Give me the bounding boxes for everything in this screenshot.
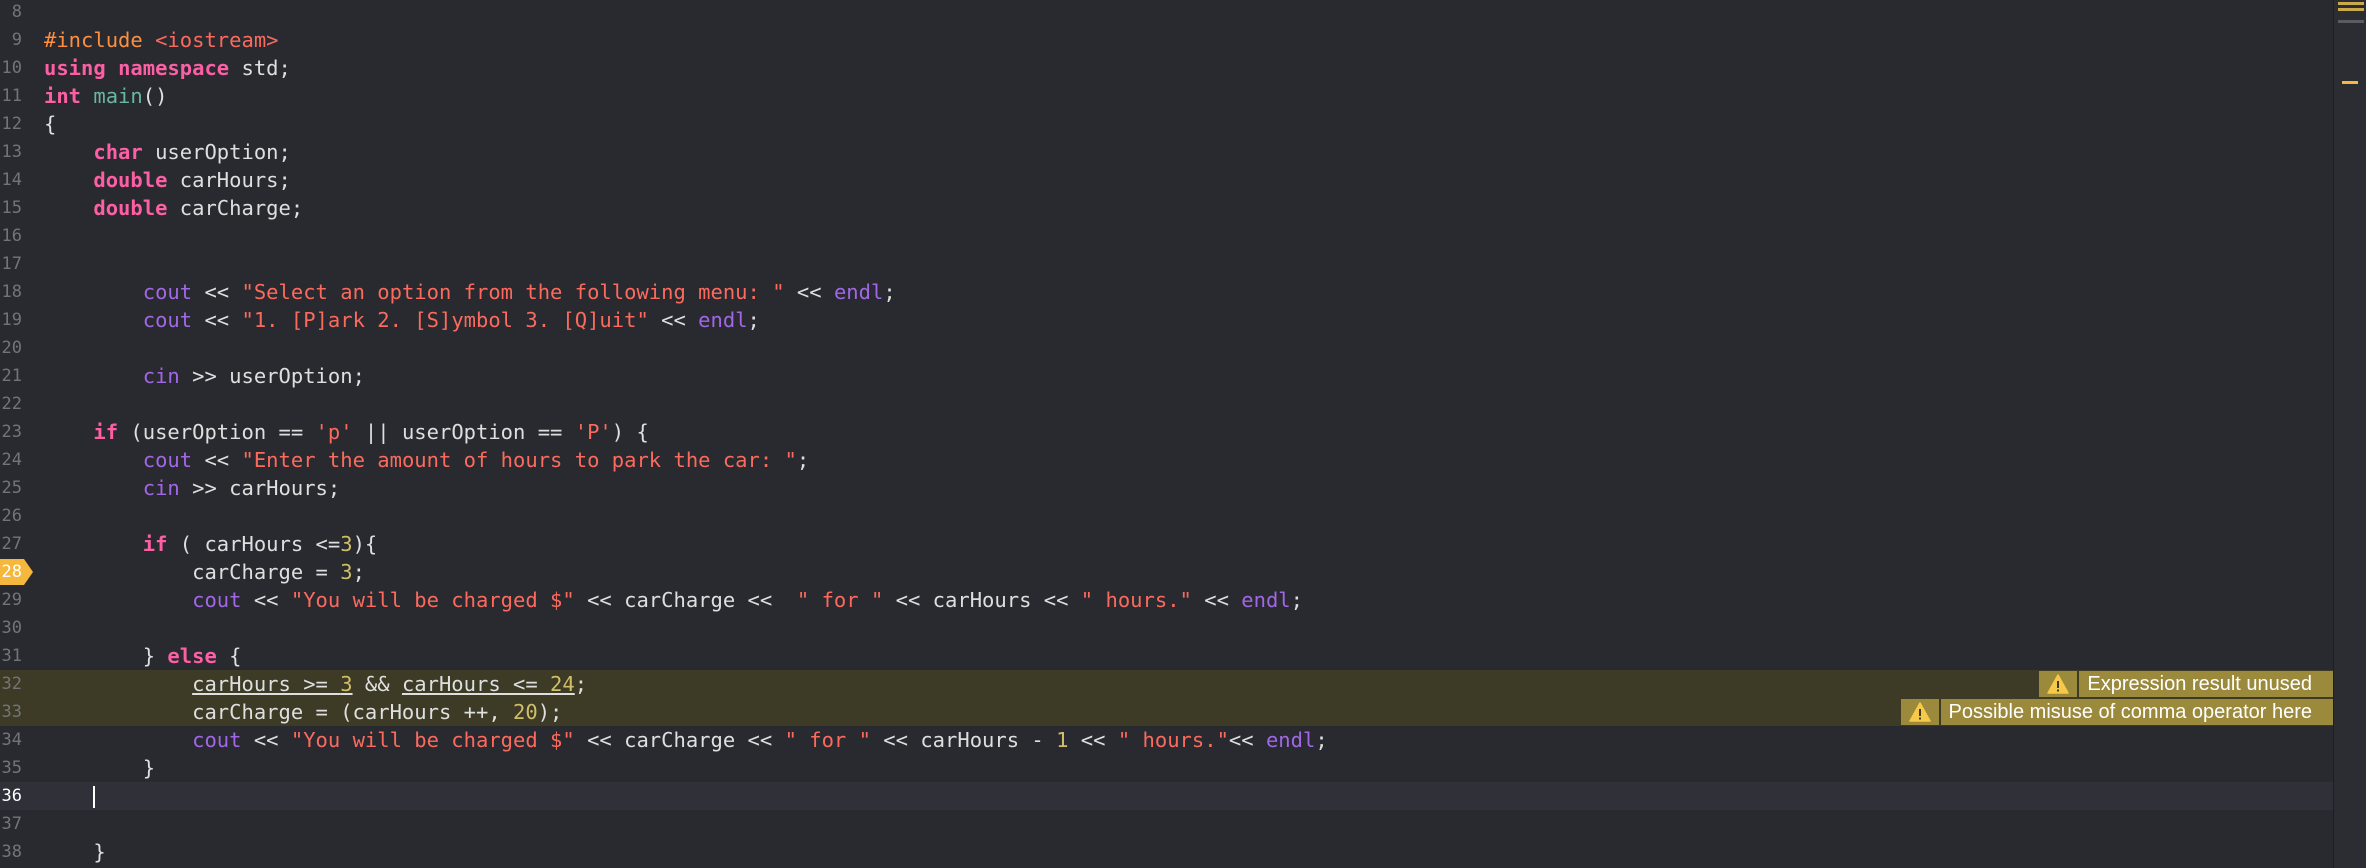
line-number[interactable]: 16	[0, 222, 22, 250]
issue-annotation[interactable]: Expression result unused	[2039, 671, 2334, 697]
code-text[interactable]: cout << "You will be charged $" << carCh…	[44, 726, 1328, 754]
line-number[interactable]: 34	[0, 726, 22, 754]
code-line[interactable]: 24 cout << "Enter the amount of hours to…	[0, 446, 2334, 474]
code-line[interactable]: 18 cout << "Select an option from the fo…	[0, 278, 2334, 306]
code-line[interactable]: 30	[0, 614, 2334, 642]
line-number[interactable]: 20	[0, 334, 22, 362]
code-text[interactable]: if ( carHours <=3){	[44, 530, 378, 558]
code-line[interactable]: 19 cout << "1. [P]ark 2. [S]ymbol 3. [Q]…	[0, 306, 2334, 334]
code-text[interactable]: cout << "1. [P]ark 2. [S]ymbol 3. [Q]uit…	[44, 306, 760, 334]
code-line[interactable]: 28 carCharge = 3;	[0, 558, 2334, 586]
code-line[interactable]: 20	[0, 334, 2334, 362]
code-text[interactable]: cout << "Enter the amount of hours to pa…	[44, 446, 810, 474]
code-line[interactable]: 34 cout << "You will be charged $" << ca…	[0, 726, 2334, 754]
line-number[interactable]: 19	[0, 306, 22, 334]
line-number[interactable]: 31	[0, 642, 22, 670]
code-text[interactable]: }	[44, 754, 155, 782]
code-line[interactable]: 22	[0, 390, 2334, 418]
code-line[interactable]: 26	[0, 502, 2334, 530]
line-number[interactable]: 33	[0, 698, 22, 726]
code-line[interactable]: 12 {	[0, 110, 2334, 138]
line-number[interactable]: 18	[0, 278, 22, 306]
line-number[interactable]: 36	[0, 782, 22, 810]
code-text[interactable]: {	[44, 110, 56, 138]
code-editor[interactable]: 8 9 #include <iostream> 10 using namespace s…	[0, 0, 2334, 868]
line-number[interactable]: 27	[0, 530, 22, 558]
code-line[interactable]: 16	[0, 222, 2334, 250]
scrollbar-warning-marker	[2338, 8, 2364, 11]
code-line[interactable]: 35 }	[0, 754, 2334, 782]
code-text[interactable]: char userOption;	[44, 138, 290, 166]
line-number[interactable]: 11	[0, 82, 22, 110]
code-line[interactable]: 14 double carHours;	[0, 166, 2334, 194]
code-line[interactable]: 25 cin >> carHours;	[0, 474, 2334, 502]
issue-annotation[interactable]: Possible misuse of comma operator here	[1900, 699, 2334, 725]
code-line[interactable]: 13 char userOption;	[0, 138, 2334, 166]
line-number[interactable]: 30	[0, 614, 22, 642]
code-text[interactable]: carHours >= 3 && carHours <= 24;	[44, 670, 587, 698]
code-line[interactable]: 32 carHours >= 3 && carHours <= 24; Expre…	[0, 670, 2334, 698]
line-number[interactable]: 24	[0, 446, 22, 474]
code-line[interactable]: 10 using namespace std;	[0, 54, 2334, 82]
code-text[interactable]: double carCharge;	[44, 194, 303, 222]
code-line[interactable]: 36	[0, 782, 2334, 810]
code-text[interactable]: carCharge = 3;	[44, 558, 365, 586]
line-number[interactable]: 32	[0, 670, 22, 698]
code-text[interactable]: carCharge = (carHours ++, 20);	[44, 698, 562, 726]
line-number[interactable]: 12	[0, 110, 22, 138]
line-number[interactable]: 38	[0, 838, 22, 866]
code-text[interactable]: cin >> userOption;	[44, 362, 365, 390]
code-text[interactable]: cin >> carHours;	[44, 474, 340, 502]
line-number[interactable]: 10	[0, 54, 22, 82]
code-text[interactable]: cout << "You will be charged $" << carCh…	[44, 586, 1303, 614]
code-line[interactable]: 31 } else {	[0, 642, 2334, 670]
scrollbar-breakpoint-marker	[2342, 81, 2358, 84]
line-number[interactable]: 37	[0, 810, 22, 838]
line-number[interactable]: 21	[0, 362, 22, 390]
scrollbar-warning-marker	[2338, 2, 2364, 5]
line-number[interactable]: 26	[0, 502, 22, 530]
code-line[interactable]: 27 if ( carHours <=3){	[0, 530, 2334, 558]
line-number[interactable]: 9	[0, 26, 22, 54]
line-number[interactable]: 8	[0, 0, 22, 26]
line-number[interactable]: 17	[0, 250, 22, 278]
text-cursor	[93, 786, 96, 808]
code-line[interactable]: 23 if (userOption == 'p' || userOption =…	[0, 418, 2334, 446]
editor-minimap-scrollbar[interactable]	[2333, 0, 2366, 868]
issue-message: Possible misuse of comma operator here	[1940, 699, 2334, 725]
code-text[interactable]: } else {	[44, 642, 242, 670]
warning-triangle-icon	[1900, 699, 1939, 725]
code-text[interactable]: if (userOption == 'p' || userOption == '…	[44, 418, 648, 446]
line-number[interactable]: 25	[0, 474, 22, 502]
line-number[interactable]: 22	[0, 390, 22, 418]
issue-message: Expression result unused	[2079, 671, 2334, 697]
line-number[interactable]: 28	[0, 558, 22, 586]
code-text[interactable]: double carHours;	[44, 166, 290, 194]
code-line[interactable]: 9 #include <iostream>	[0, 26, 2334, 54]
code-text[interactable]: }	[44, 838, 105, 866]
code-line[interactable]: 11 int main()	[0, 82, 2334, 110]
code-text[interactable]: int main()	[44, 82, 167, 110]
code-line[interactable]: 17	[0, 250, 2334, 278]
code-line[interactable]: 15 double carCharge;	[0, 194, 2334, 222]
line-number[interactable]: 13	[0, 138, 22, 166]
code-text[interactable]	[44, 782, 96, 810]
line-number[interactable]: 14	[0, 166, 22, 194]
code-line[interactable]: 37	[0, 810, 2334, 838]
code-line[interactable]: 21 cin >> userOption;	[0, 362, 2334, 390]
code-line[interactable]: 38 }	[0, 838, 2334, 866]
code-text[interactable]: cout << "Select an option from the follo…	[44, 278, 896, 306]
code-text[interactable]: using namespace std;	[44, 54, 291, 82]
code-line[interactable]: 8	[0, 0, 2334, 26]
line-number[interactable]: 15	[0, 194, 22, 222]
line-number[interactable]: 35	[0, 754, 22, 782]
code-line[interactable]: 33 carCharge = (carHours ++, 20); Possibl…	[0, 698, 2334, 726]
warning-triangle-icon	[2039, 671, 2078, 697]
code-text[interactable]: #include <iostream>	[44, 26, 279, 54]
line-number[interactable]: 23	[0, 418, 22, 446]
code-line[interactable]: 29 cout << "You will be charged $" << ca…	[0, 586, 2334, 614]
line-number[interactable]: 29	[0, 586, 22, 614]
scrollbar-position-marker	[2338, 20, 2364, 23]
